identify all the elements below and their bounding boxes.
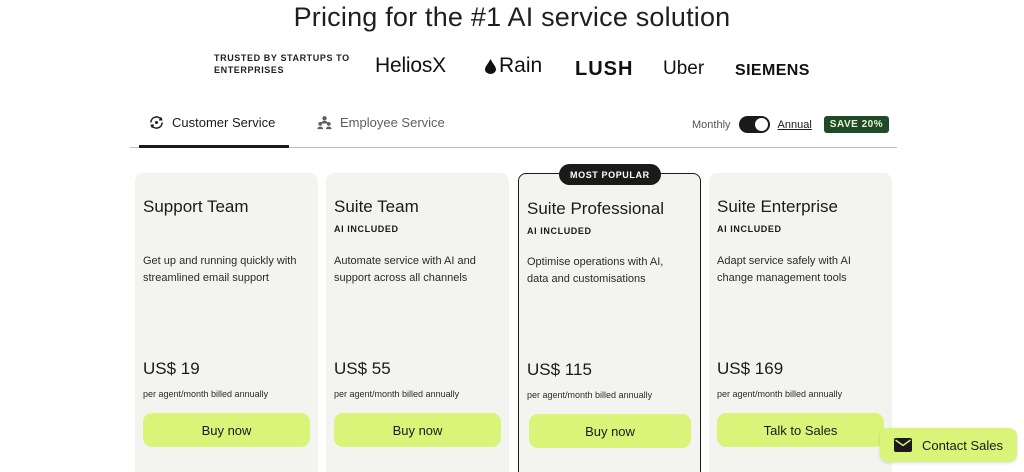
- helios-x-logo: HeliosX: [375, 54, 446, 78]
- page-title: Pricing for the #1 AI service solution: [293, 2, 731, 32]
- raindrop-icon: [485, 58, 496, 74]
- billing-annual-label[interactable]: Annual: [778, 119, 812, 131]
- mail-icon: [894, 438, 913, 452]
- customer-service-icon: [150, 116, 163, 129]
- ai-included-tag: AI INCLUDED: [527, 226, 592, 236]
- siemens-logo: SIEMENS: [735, 62, 810, 80]
- plan-name: Suite Professional: [527, 199, 665, 218]
- plan-card-support-team: Support Team Get up and running quickly …: [135, 173, 318, 472]
- talk-to-sales-button[interactable]: Talk to Sales: [717, 413, 884, 447]
- plan-card-suite-team: Suite Team AI INCLUDED Automate service …: [326, 173, 509, 472]
- trusted-by-label: TRUSTED BY STARTUPS TO ENTERPRISES: [214, 53, 350, 75]
- buy-now-button[interactable]: Buy now: [143, 413, 310, 447]
- buy-now-button[interactable]: Buy now: [529, 414, 691, 448]
- contact-sales-button[interactable]: Contact Sales: [880, 428, 1017, 462]
- plan-price: US$ 169: [717, 359, 784, 378]
- plan-description: Get up and running quickly with streamli…: [143, 255, 297, 284]
- billing-toggle-group: Monthly Annual SAVE 20%: [692, 116, 890, 133]
- plan-price: US$ 55: [334, 359, 391, 378]
- rain-logo-text: Rain: [499, 54, 543, 77]
- plan-name: Support Team: [143, 197, 249, 216]
- contact-sales-label: Contact Sales: [922, 437, 1003, 453]
- plan-name: Suite Enterprise: [717, 197, 838, 216]
- plan-name: Suite Team: [334, 197, 419, 216]
- trusted-by-section: TRUSTED BY STARTUPS TO ENTERPRISES: [214, 52, 364, 76]
- rain-logo: Rain: [485, 54, 542, 78]
- ai-included-tag: AI INCLUDED: [717, 224, 782, 234]
- billing-period-toggle[interactable]: [738, 116, 770, 133]
- tab-customer-service[interactable]: Customer Service: [148, 114, 275, 131]
- plan-card-suite-enterprise: Suite Enterprise AI INCLUDED Adapt servi…: [709, 173, 892, 472]
- plan-billing-note: per agent/month billed annually: [527, 390, 653, 400]
- lush-logo: LUSH: [575, 58, 633, 81]
- plan-description: Automate service with AI and support acr…: [334, 255, 476, 284]
- employee-service-icon: [317, 116, 332, 130]
- helios-x-logo-text: HeliosX: [375, 54, 446, 77]
- most-popular-badge: MOST POPULAR: [559, 164, 661, 185]
- save-badge: SAVE 20%: [823, 116, 890, 133]
- plan-description: Adapt service safely with AI change mana…: [717, 255, 851, 284]
- tab-employee-service-label: Employee Service: [340, 115, 445, 130]
- buy-now-button[interactable]: Buy now: [334, 413, 501, 447]
- plan-price: US$ 115: [527, 360, 592, 379]
- toggle-knob: [754, 118, 768, 131]
- uber-logo-text: Uber: [663, 58, 705, 79]
- uber-logo: Uber: [663, 58, 704, 80]
- lush-logo-text: LUSH: [575, 58, 634, 80]
- siemens-logo-text: SIEMENS: [735, 62, 810, 79]
- ai-included-tag: AI INCLUDED: [334, 224, 399, 234]
- tab-customer-service-label: Customer Service: [172, 115, 276, 130]
- plan-price: US$ 19: [143, 359, 200, 378]
- plan-description: Optimise operations with AI, data and cu…: [527, 256, 664, 285]
- plan-billing-note: per agent/month billed annually: [717, 389, 843, 399]
- active-tab-indicator: [139, 145, 289, 148]
- plan-card-suite-professional: Suite Professional AI INCLUDED Optimise …: [518, 173, 701, 472]
- tab-employee-service[interactable]: Employee Service: [316, 114, 445, 131]
- plan-billing-note: per agent/month billed annually: [334, 389, 460, 399]
- plan-billing-note: per agent/month billed annually: [143, 389, 269, 399]
- billing-monthly-label[interactable]: Monthly: [692, 119, 731, 131]
